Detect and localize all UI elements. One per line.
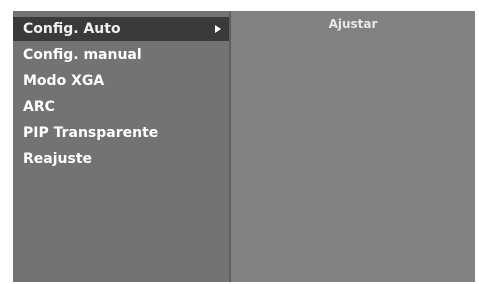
menu-item-pip-transparente[interactable]: PIP Transparente bbox=[13, 121, 229, 145]
menu-item-config-auto[interactable]: Config. Auto bbox=[13, 17, 229, 41]
menu-item-reajuste[interactable]: Reajuste bbox=[13, 147, 229, 171]
menu-item-label: ARC bbox=[23, 99, 55, 115]
menu-item-modo-xga[interactable]: Modo XGA bbox=[13, 69, 229, 93]
menu-item-label: Modo XGA bbox=[23, 73, 105, 89]
menu-item-label: Config. Auto bbox=[23, 21, 121, 37]
osd-menu: Config. Auto Config. manual Modo XGA ARC… bbox=[13, 11, 475, 282]
menu-item-config-manual[interactable]: Config. manual bbox=[13, 43, 229, 67]
menu-item-label: Config. manual bbox=[23, 47, 142, 63]
menu-item-label: PIP Transparente bbox=[23, 125, 159, 141]
menu-item-arc[interactable]: ARC bbox=[13, 95, 229, 119]
menu-item-label: Reajuste bbox=[23, 151, 93, 167]
submenu-panel: Ajustar bbox=[231, 11, 475, 282]
submenu-ajustar[interactable]: Ajustar bbox=[231, 17, 475, 31]
arrow-right-icon bbox=[215, 25, 221, 33]
menu-list: Config. Auto Config. manual Modo XGA ARC… bbox=[13, 11, 231, 282]
